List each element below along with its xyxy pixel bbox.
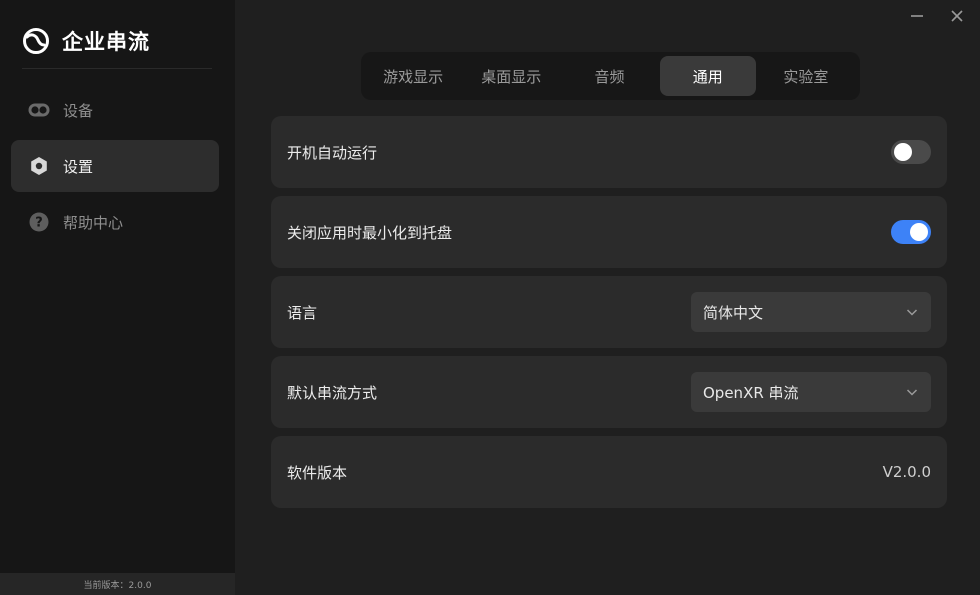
app-title: 企业串流: [62, 30, 150, 54]
stream-mode-select[interactable]: OpenXR 串流: [691, 372, 931, 412]
select-value: OpenXR 串流: [703, 383, 799, 402]
language-select[interactable]: 简体中文: [691, 292, 931, 332]
tab-audio[interactable]: 音频: [561, 56, 657, 96]
software-version-value: V2.0.0: [882, 463, 931, 481]
tab-game-display[interactable]: 游戏显示: [365, 56, 461, 96]
toggle-knob: [910, 223, 928, 241]
chevron-down-icon: [906, 309, 918, 316]
settings-tabs: 游戏显示 桌面显示 音频 通用 实验室: [361, 52, 860, 100]
setting-software-version: 软件版本 V2.0.0: [271, 436, 947, 508]
minimize-button[interactable]: [907, 6, 927, 26]
toggle-knob: [894, 143, 912, 161]
minimize-to-tray-toggle[interactable]: [891, 220, 931, 244]
setting-label: 默认串流方式: [287, 383, 378, 402]
tab-desktop-display[interactable]: 桌面显示: [463, 56, 559, 96]
minimize-icon: [911, 15, 923, 17]
app-logo-icon: [23, 28, 49, 54]
sidebar-item-devices[interactable]: 设备: [11, 84, 219, 136]
tab-lab[interactable]: 实验室: [758, 56, 854, 96]
help-icon: ?: [28, 211, 50, 233]
divider: [22, 68, 212, 69]
sidebar-item-label: 设备: [63, 101, 94, 120]
setting-label: 软件版本: [287, 463, 348, 482]
current-version-label: 当前版本：2.0.0: [0, 573, 235, 595]
setting-minimize-to-tray: 关闭应用时最小化到托盘: [271, 196, 947, 268]
setting-label: 关闭应用时最小化到托盘: [287, 223, 453, 242]
brand: 企业串流: [22, 26, 150, 56]
select-value: 简体中文: [703, 303, 764, 322]
settings-icon: [28, 155, 50, 177]
setting-label: 语言: [287, 303, 318, 322]
vr-headset-icon: [28, 99, 50, 121]
sidebar-item-settings[interactable]: 设置: [11, 140, 219, 192]
svg-text:?: ?: [35, 216, 43, 231]
close-icon: [951, 10, 963, 22]
chevron-down-icon: [906, 389, 918, 396]
sidebar: 企业串流 设备 设置 ? 帮助中心 当前版本：2.0.0: [0, 0, 235, 595]
sidebar-item-label: 设置: [63, 157, 94, 176]
close-button[interactable]: [947, 6, 967, 26]
tab-general[interactable]: 通用: [659, 56, 756, 96]
sidebar-item-label: 帮助中心: [63, 213, 124, 232]
setting-label: 开机自动运行: [287, 143, 378, 162]
setting-stream-mode: 默认串流方式 OpenXR 串流: [271, 356, 947, 428]
autostart-toggle[interactable]: [891, 140, 931, 164]
setting-autostart: 开机自动运行: [271, 116, 947, 188]
setting-language: 语言 简体中文: [271, 276, 947, 348]
sidebar-item-help[interactable]: ? 帮助中心: [11, 196, 219, 248]
